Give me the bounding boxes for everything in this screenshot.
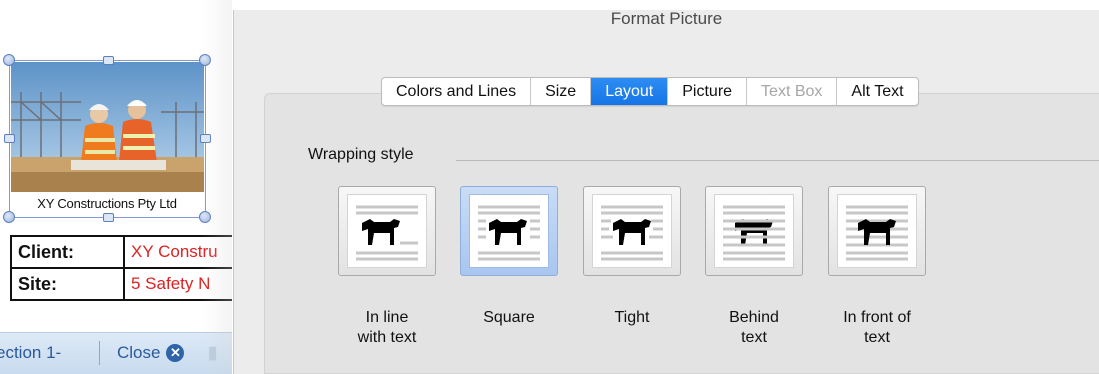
wrap-in-front-button[interactable] bbox=[828, 186, 926, 276]
dialog-title: Format Picture bbox=[610, 9, 723, 28]
label-line: In line bbox=[365, 309, 409, 326]
section-label: ection 1- bbox=[0, 343, 62, 362]
client-label: Client: bbox=[10, 235, 125, 269]
tab-colors-and-lines[interactable]: Colors and Lines bbox=[382, 78, 532, 105]
client-site-table: Client: XY Constru Site: 5 Safety N bbox=[10, 235, 232, 301]
wrap-in-front-preview bbox=[837, 194, 917, 268]
table-row: Site: 5 Safety N bbox=[10, 267, 232, 301]
wrap-inline-preview bbox=[347, 194, 427, 268]
close-icon: ✕ bbox=[166, 344, 185, 362]
site-label: Site: bbox=[10, 267, 125, 301]
picture-caption: XY Constructions Pty Ltd bbox=[37, 196, 177, 211]
wrap-inline-label: In line with text bbox=[327, 308, 447, 348]
wrap-in-front-icon bbox=[846, 205, 908, 261]
header-footer-bar: ection 1- Close ✕ ▮ bbox=[0, 332, 232, 374]
label-line: Tight bbox=[614, 309, 650, 326]
wrap-tight-preview bbox=[592, 194, 672, 268]
wrap-inline-icon bbox=[356, 205, 418, 261]
section-divider bbox=[456, 160, 1099, 161]
close-label: Close bbox=[117, 343, 161, 362]
tab-picture[interactable]: Picture bbox=[668, 78, 748, 105]
photo-illustration bbox=[11, 62, 204, 192]
resize-handle-top[interactable] bbox=[103, 56, 114, 65]
close-header-button[interactable]: Close ✕ bbox=[117, 343, 185, 363]
label-line: Square bbox=[483, 309, 535, 326]
wrap-square-button[interactable] bbox=[460, 186, 558, 276]
wrap-square-label: Square bbox=[449, 308, 569, 328]
wrap-behind-button[interactable] bbox=[705, 186, 803, 276]
wrap-tight-label: Tight bbox=[572, 308, 692, 328]
tab-layout[interactable]: Layout bbox=[591, 78, 669, 105]
resize-handle-bottom[interactable] bbox=[103, 213, 114, 222]
divider bbox=[99, 341, 100, 365]
construction-photo[interactable] bbox=[11, 62, 204, 192]
tab-size[interactable]: Size bbox=[531, 78, 592, 105]
wrap-tight-button[interactable] bbox=[583, 186, 681, 276]
document-area: XY Constructions Pty Ltd Client: XY Cons… bbox=[0, 0, 232, 374]
wrap-inline-button[interactable] bbox=[338, 186, 436, 276]
tab-bar: Colors and Lines Size Layout Picture Tex… bbox=[381, 77, 919, 106]
table-row: Client: XY Constru bbox=[10, 235, 232, 269]
label-line: text bbox=[864, 329, 890, 346]
label-line: with text bbox=[357, 329, 417, 346]
label-line: text bbox=[741, 329, 767, 346]
dialog-shadow bbox=[202, 0, 232, 374]
label-line: Behind bbox=[729, 309, 779, 326]
wrap-tight-icon bbox=[601, 205, 663, 261]
wrapping-style-heading: Wrapping style bbox=[308, 146, 418, 164]
wrap-in-front-label: In front of text bbox=[817, 308, 937, 348]
tab-text-box: Text Box bbox=[747, 78, 838, 105]
wrap-behind-icon bbox=[723, 205, 785, 261]
wrap-behind-preview bbox=[714, 194, 794, 268]
wrap-square-icon bbox=[478, 205, 540, 261]
wrap-behind-label: Behind text bbox=[694, 308, 814, 348]
resize-handle-left[interactable] bbox=[4, 134, 15, 143]
wrap-square-preview bbox=[469, 194, 549, 268]
tab-alt-text[interactable]: Alt Text bbox=[837, 78, 917, 105]
label-line: In front of bbox=[843, 309, 911, 326]
resize-handle-bottom-left[interactable] bbox=[3, 211, 15, 223]
format-picture-dialog: Format Picture Colors and Lines Size Lay… bbox=[233, 10, 1099, 374]
resize-handle-top-left[interactable] bbox=[3, 54, 15, 66]
